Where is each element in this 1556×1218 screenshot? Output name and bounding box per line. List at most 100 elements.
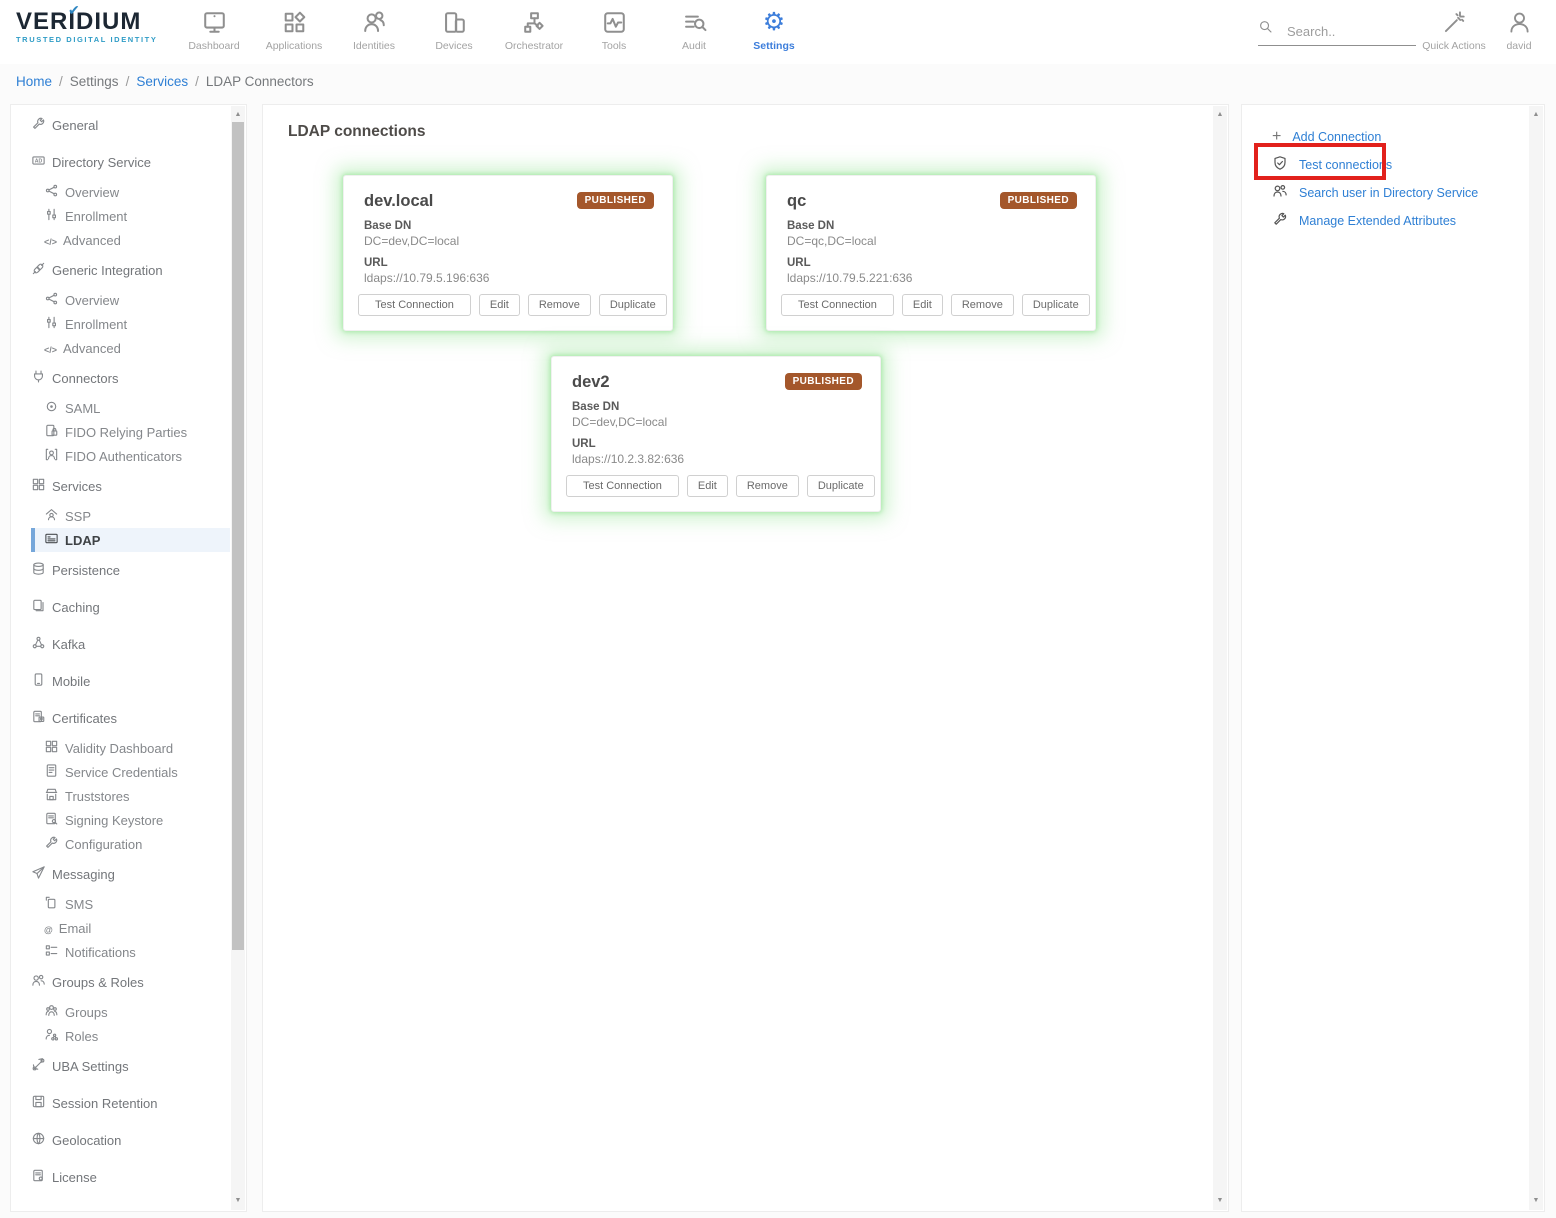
scroll-down-arrow[interactable]: ▼ bbox=[1529, 1194, 1543, 1208]
nodes-icon bbox=[44, 183, 59, 201]
nav-item-devices[interactable]: Devices bbox=[414, 0, 494, 52]
url-value: ldaps://10.79.5.221:636 bbox=[787, 271, 1075, 285]
connection-card-qc: qcPUBLISHEDBase DNDC=qc,DC=localURLldaps… bbox=[766, 175, 1096, 331]
nav-item-settings[interactable]: ⚙Settings bbox=[734, 0, 814, 52]
remove-button[interactable]: Remove bbox=[951, 294, 1014, 316]
sidebar-item-messaging[interactable]: Messaging bbox=[11, 862, 230, 886]
sidebar-item-generic-integration[interactable]: Generic Integration bbox=[11, 258, 230, 282]
sidebar-scrollbar[interactable]: ▲ ▼ bbox=[231, 106, 245, 1210]
search-input[interactable] bbox=[1287, 24, 1407, 39]
edit-button[interactable]: Edit bbox=[479, 294, 520, 316]
card-actions: Test Connection Edit Remove Duplicate bbox=[781, 294, 1090, 316]
sidebar-item-connectors[interactable]: Connectors bbox=[11, 366, 230, 390]
action-test-connections[interactable]: Test connections bbox=[1272, 151, 1544, 179]
sidebar-item-session-retention[interactable]: Session Retention bbox=[11, 1091, 230, 1115]
sidebar-item-groups[interactable]: Groups bbox=[11, 1000, 230, 1024]
global-search bbox=[1258, 19, 1416, 46]
sidebar-item-directory-service[interactable]: ADDirectory Service bbox=[11, 150, 230, 174]
gear-icon: ⚙ bbox=[734, 7, 814, 37]
page-title: LDAP connections bbox=[263, 105, 1228, 141]
test-connection-button[interactable]: Test Connection bbox=[781, 294, 894, 316]
sidebar-item-geolocation[interactable]: Geolocation bbox=[11, 1128, 230, 1152]
mobile-icon bbox=[31, 672, 46, 690]
url-label: URL bbox=[787, 257, 1075, 269]
actions-scrollbar[interactable]: ▲ ▼ bbox=[1529, 106, 1543, 1210]
nav-item-dashboard[interactable]: Dashboard bbox=[174, 0, 254, 52]
remove-button[interactable]: Remove bbox=[528, 294, 591, 316]
scroll-up-arrow[interactable]: ▲ bbox=[231, 108, 245, 122]
sidebar-item-license[interactable]: License bbox=[11, 1165, 230, 1189]
action-manage-extended-attributes[interactable]: Manage Extended Attributes bbox=[1272, 207, 1544, 235]
sidebar-item-truststores[interactable]: Truststores bbox=[11, 784, 230, 808]
sms-icon bbox=[44, 895, 59, 913]
tools-icon bbox=[574, 7, 654, 37]
breadcrumb-services[interactable]: Services bbox=[136, 74, 188, 89]
scroll-up-arrow[interactable]: ▲ bbox=[1529, 108, 1543, 122]
sidebar-item-email[interactable]: @Email bbox=[11, 916, 230, 940]
action-add-connection[interactable]: +Add Connection bbox=[1272, 123, 1544, 151]
scroll-down-arrow[interactable]: ▼ bbox=[231, 1194, 245, 1208]
sidebar-item-enrollment[interactable]: Enrollment bbox=[11, 312, 230, 336]
nav-item-tools[interactable]: Tools bbox=[574, 0, 654, 52]
url-label: URL bbox=[572, 438, 860, 450]
nav-item-identities[interactable]: Identities bbox=[334, 0, 414, 52]
sidebar-item-advanced[interactable]: </>Advanced bbox=[11, 336, 230, 360]
sidebar-item-validity-dashboard[interactable]: Validity Dashboard bbox=[11, 736, 230, 760]
remove-button[interactable]: Remove bbox=[736, 475, 799, 497]
duplicate-button[interactable]: Duplicate bbox=[1022, 294, 1090, 316]
sidebar-item-certificates[interactable]: Certificates bbox=[11, 706, 230, 730]
sidebar-item-kafka[interactable]: Kafka bbox=[11, 632, 230, 656]
sidebar-item-service-credentials[interactable]: Service Credentials bbox=[11, 760, 230, 784]
action-search-user-in-directory-service[interactable]: Search user in Directory Service bbox=[1272, 179, 1544, 207]
scroll-up-arrow[interactable]: ▲ bbox=[1213, 108, 1227, 122]
sidebar-item-general[interactable]: General bbox=[11, 113, 230, 137]
scroll-thumb[interactable] bbox=[232, 122, 244, 950]
sidebar-item-advanced[interactable]: </>Advanced bbox=[11, 228, 230, 252]
sidebar-item-fido-authenticators[interactable]: FIDO Authenticators bbox=[11, 444, 230, 468]
sidebar-items: GeneralADDirectory ServiceOverviewEnroll… bbox=[11, 105, 246, 1189]
sidebar-item-persistence[interactable]: Persistence bbox=[11, 558, 230, 582]
roles-icon bbox=[44, 1027, 59, 1045]
veridium-logo[interactable]: VERIDIUM ✔ TRUSTED DIGITAL IDENTITY bbox=[16, 10, 166, 44]
sidebar-item-services[interactable]: Services bbox=[11, 474, 230, 498]
nav-item-audit[interactable]: Audit bbox=[654, 0, 734, 52]
sidebar-item-ssp[interactable]: SSP bbox=[11, 504, 230, 528]
kafka-icon bbox=[31, 635, 46, 653]
breadcrumb-home[interactable]: Home bbox=[16, 74, 52, 89]
sidebar-item-saml[interactable]: SAML bbox=[11, 396, 230, 420]
sidebar-item-uba-settings[interactable]: UBA Settings bbox=[11, 1054, 230, 1078]
duplicate-button[interactable]: Duplicate bbox=[599, 294, 667, 316]
sidebar-item-caching[interactable]: Caching bbox=[11, 595, 230, 619]
scroll-down-arrow[interactable]: ▼ bbox=[1213, 1194, 1227, 1208]
send-icon bbox=[31, 865, 46, 883]
sidebar-item-mobile[interactable]: Mobile bbox=[11, 669, 230, 693]
nav-item-orchestrator[interactable]: Orchestrator bbox=[494, 0, 574, 52]
license-icon bbox=[31, 1168, 46, 1186]
nav-item-applications[interactable]: Applications bbox=[254, 0, 334, 52]
user-menu[interactable]: david bbox=[1492, 7, 1546, 52]
test-connection-button[interactable]: Test Connection bbox=[566, 475, 679, 497]
test-connection-button[interactable]: Test Connection bbox=[358, 294, 471, 316]
sidebar-item-ldap[interactable]: LDAP bbox=[31, 528, 230, 552]
sidebar-item-signing-keystore[interactable]: Signing Keystore bbox=[11, 808, 230, 832]
connection-card-dev2: dev2PUBLISHEDBase DNDC=dev,DC=localURLld… bbox=[551, 356, 881, 512]
quick-actions-button[interactable]: Quick Actions bbox=[1416, 7, 1492, 52]
keystore-icon bbox=[44, 811, 59, 829]
plus-icon: + bbox=[1272, 128, 1281, 146]
duplicate-button[interactable]: Duplicate bbox=[807, 475, 875, 497]
edit-button[interactable]: Edit bbox=[902, 294, 943, 316]
breadcrumb-separator: / bbox=[126, 74, 130, 89]
sidebar-item-sms[interactable]: SMS bbox=[11, 892, 230, 916]
url-label: URL bbox=[364, 257, 652, 269]
doc-icon bbox=[44, 763, 59, 781]
sidebar-item-fido-relying-parties[interactable]: FIDO Relying Parties bbox=[11, 420, 230, 444]
sidebar-item-overview[interactable]: Overview bbox=[11, 180, 230, 204]
main-scrollbar[interactable]: ▲ ▼ bbox=[1213, 106, 1227, 1210]
sidebar-item-groups-roles[interactable]: Groups & Roles bbox=[11, 970, 230, 994]
sidebar-item-notifications[interactable]: Notifications bbox=[11, 940, 230, 964]
sidebar-item-roles[interactable]: Roles bbox=[11, 1024, 230, 1048]
edit-button[interactable]: Edit bbox=[687, 475, 728, 497]
sidebar-item-enrollment[interactable]: Enrollment bbox=[11, 204, 230, 228]
sidebar-item-overview[interactable]: Overview bbox=[11, 288, 230, 312]
sidebar-item-configuration[interactable]: Configuration bbox=[11, 832, 230, 856]
